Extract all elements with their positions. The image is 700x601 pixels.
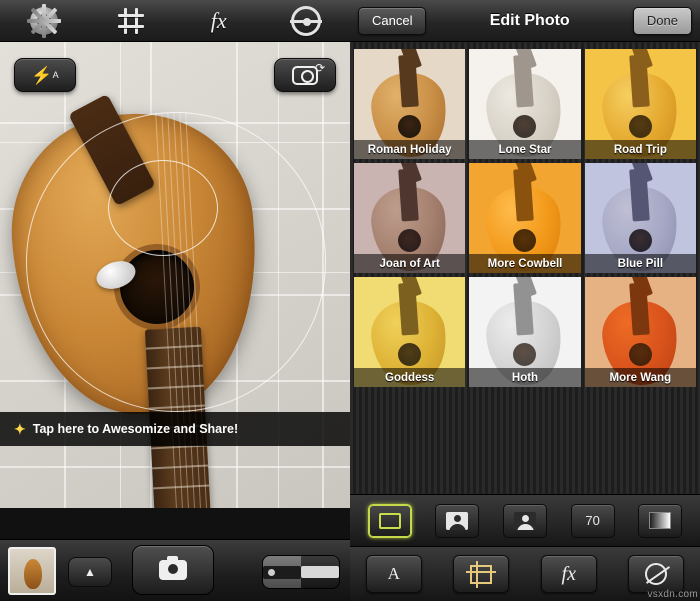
blur-icon [645, 563, 668, 585]
filter-thumb[interactable]: Lone Star [469, 49, 581, 159]
fx-icon: fx [561, 562, 576, 585]
flash-bolt-icon: ⚡ [31, 65, 53, 85]
crop-tool-button[interactable] [453, 555, 510, 593]
filter-name: Joan of Art [354, 254, 466, 273]
switch-camera-icon [292, 61, 325, 85]
auto-adjust-tool-button[interactable]: A [365, 555, 422, 593]
awesomize-hint-bar[interactable]: ✦ Tap here to Awesomize and Share! [0, 412, 350, 446]
page-title: Edit Photo [489, 11, 570, 29]
still-camera-icon [263, 565, 301, 579]
grid-icon [118, 7, 145, 34]
app-root: fx ⚡ A ⟳ ✦ Tap here to Awesomize and Sha… [0, 0, 700, 601]
camera-pane: fx ⚡ A ⟳ ✦ Tap here to Awesomize and Sha… [0, 0, 350, 601]
filter-thumb[interactable]: Roman Holiday [354, 49, 466, 159]
crop-icon [466, 560, 497, 588]
golden-spiral-inner [108, 160, 218, 256]
settings-button[interactable] [0, 3, 88, 38]
watermark: vsxdn.com [647, 589, 698, 600]
gear-icon [26, 3, 61, 38]
filter-thumb[interactable]: Road Trip [584, 49, 696, 159]
chevron-up-icon: ▲ [84, 565, 96, 579]
fx-icon: fx [210, 7, 227, 33]
filter-name: Goddess [354, 368, 466, 387]
done-button[interactable]: Done [632, 6, 692, 35]
gradient-icon [649, 512, 672, 529]
filter-thumb[interactable]: More Cowbell [469, 163, 581, 273]
viewfinder[interactable]: ⚡A ✦ Tap here to Awesomize and Share! [0, 42, 350, 508]
mode-still-button[interactable] [263, 556, 301, 588]
shutter-button[interactable] [132, 545, 214, 595]
editor-pane: Cancel Edit Photo Done Roman Holiday Lone… [350, 0, 700, 601]
effects-button[interactable]: fx [175, 8, 263, 34]
frame-tool-button[interactable] [367, 503, 412, 538]
camera-bottom-toolbar: ▲ [0, 539, 350, 601]
filter-name: Roman Holiday [354, 140, 466, 159]
filter-gallery[interactable]: Roman Holiday Lone Star Road Trip Joan of A… [350, 42, 700, 494]
filter-name: Lone Star [469, 140, 581, 159]
filter-name: More Cowbell [469, 254, 581, 273]
last-photo-thumbnail[interactable] [8, 547, 56, 595]
filter-thumb[interactable]: Goddess [354, 277, 466, 387]
flash-button[interactable]: ⚡ A [14, 58, 76, 92]
awesomize-hint-text: Tap here to Awesomize and Share! [32, 422, 239, 436]
filter-thumb[interactable]: Joan of Art [354, 163, 466, 273]
portrait-tool-button[interactable] [435, 503, 480, 538]
switch-camera-button[interactable] [274, 58, 336, 92]
person-dark-icon [513, 511, 536, 530]
cancel-button[interactable]: Cancel [358, 6, 427, 35]
expand-options-button[interactable]: ▲ [68, 557, 112, 587]
effects-tool-button[interactable]: fx [540, 555, 597, 593]
camera-shutter-icon [159, 556, 187, 580]
gradient-tool-button[interactable] [638, 503, 683, 538]
lens-icon [290, 5, 323, 36]
camera-toolbar: fx [0, 0, 350, 42]
sparkle-icon: ✦ [14, 420, 26, 437]
capture-mode-toggle[interactable] [262, 555, 340, 589]
intensity-value: 70 [585, 513, 600, 528]
filter-name: Road Trip [584, 140, 696, 159]
flash-mode-label: A [52, 70, 59, 80]
filter-name: More Wang [584, 368, 696, 387]
letter-a-icon: A [387, 564, 400, 583]
filter-thumb[interactable]: More Wang [584, 277, 696, 387]
video-camera-icon [301, 566, 339, 578]
mode-video-button[interactable] [301, 556, 339, 588]
lens-button[interactable] [263, 5, 351, 36]
filter-thumb[interactable]: Blue Pill [584, 163, 696, 273]
filter-thumb[interactable]: Hoth [469, 277, 581, 387]
portrait-alt-tool-button[interactable] [502, 503, 547, 538]
blur-tool-button[interactable] [628, 555, 685, 593]
person-light-icon [446, 511, 469, 530]
grid-button[interactable] [88, 7, 176, 34]
yellow-square-icon [378, 512, 401, 529]
intensity-tool-button[interactable]: 70 [570, 503, 615, 538]
editor-adjust-toolbar: 70 [350, 494, 700, 546]
golden-spiral-overlay [26, 112, 326, 412]
filter-name: Hoth [469, 368, 581, 387]
editor-toolbar: Cancel Edit Photo Done [350, 0, 700, 42]
filter-name: Blue Pill [584, 254, 696, 273]
